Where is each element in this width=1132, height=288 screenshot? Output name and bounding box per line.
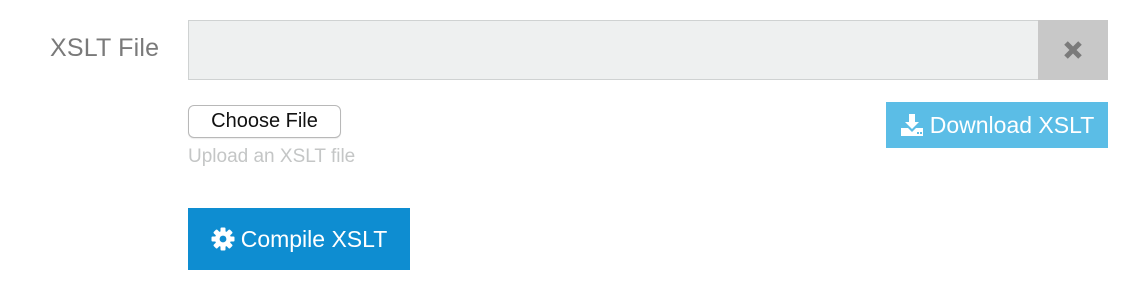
times-icon <box>1063 40 1083 60</box>
clear-file-button[interactable] <box>1038 20 1108 80</box>
choose-file-button[interactable]: Choose File <box>188 105 341 138</box>
xslt-upload-form: XSLT File Choose File Upload an XSLT fil… <box>0 0 1132 288</box>
compile-xslt-button[interactable]: Compile XSLT <box>188 208 410 270</box>
download-xslt-label: Download XSLT <box>929 111 1095 138</box>
gear-icon <box>211 227 235 251</box>
compile-xslt-label: Compile XSLT <box>240 225 388 252</box>
xslt-file-label: XSLT File <box>50 34 160 62</box>
upload-help-text: Upload an XSLT file <box>188 146 356 167</box>
download-xslt-button[interactable]: Download XSLT <box>886 102 1108 148</box>
xslt-file-display[interactable] <box>188 20 1038 80</box>
download-icon <box>900 113 924 137</box>
